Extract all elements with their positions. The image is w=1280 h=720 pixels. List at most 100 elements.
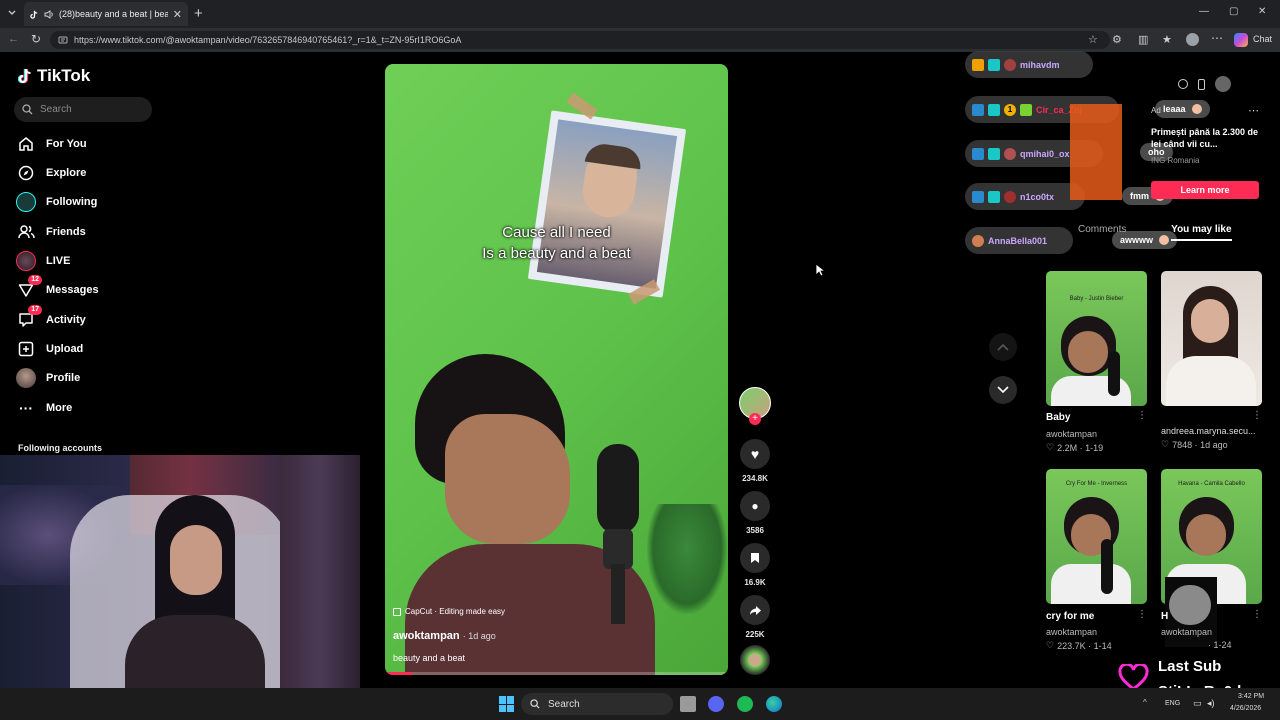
sidebar-search-input[interactable]: Search	[14, 97, 152, 122]
minimize-button[interactable]: —	[1199, 6, 1209, 17]
rec-stats-text: 2.2M · 1-19	[1057, 442, 1104, 453]
share-arrow-icon	[749, 605, 761, 615]
music-disc[interactable]	[739, 645, 771, 675]
discord-icon[interactable]	[708, 696, 724, 712]
language-indicator[interactable]: ENG	[1165, 700, 1180, 707]
webcam-streamer	[115, 495, 275, 720]
device-icon[interactable]	[1198, 78, 1205, 90]
network-icon[interactable]: ▭	[1193, 698, 1202, 709]
follow-plus-icon[interactable]: +	[749, 413, 761, 425]
video-player[interactable]: Cause all I need Is a beauty and a beat …	[385, 64, 728, 675]
sidebar-item-label: Messages	[46, 284, 99, 296]
sidebar-item-more[interactable]: ··· More	[16, 398, 72, 418]
rec-title[interactable]: H	[1161, 611, 1168, 622]
video-author[interactable]: awoktampan	[393, 630, 460, 642]
sidebar-item-label: Explore	[46, 167, 87, 179]
recommended-video-thumbnail[interactable]: Cry For Me - Inverness	[1046, 469, 1147, 604]
extensions-icon[interactable]: ⚙	[1112, 33, 1122, 46]
capcut-label[interactable]: CapCut · Editing made easy	[393, 607, 505, 616]
more-menu-icon[interactable]: ⋯	[1211, 31, 1223, 45]
grid-badge-icon	[988, 103, 1000, 116]
rec-user[interactable]: awoktampan	[1161, 627, 1212, 637]
recommended-video-thumbnail[interactable]: Baby - Justin Bieber	[1046, 271, 1147, 406]
sidebar-item-live[interactable]: LIVE	[16, 251, 70, 271]
video-caption-overlay: Cause all I need Is a beauty and a beat	[385, 222, 728, 264]
sidebar-item-profile[interactable]: Profile	[16, 368, 80, 388]
profile-icon	[16, 368, 36, 388]
comment-button[interactable]: ● 3586	[739, 491, 771, 535]
new-tab-button[interactable]: +	[194, 5, 203, 22]
ad-brand: ING Romania	[1151, 156, 1200, 165]
rec-user[interactable]: awoktampan	[1046, 429, 1097, 439]
profile-avatar-icon[interactable]	[1186, 33, 1199, 46]
clock-time[interactable]: 3:42 PM	[1238, 693, 1264, 700]
grid-badge-icon	[988, 190, 1000, 203]
creator-avatar[interactable]: +	[739, 387, 771, 425]
ad-text: Primești până la 2.300 de lei când vii c…	[1151, 127, 1259, 149]
capcut-icon	[393, 607, 401, 616]
rec-more-icon[interactable]: ⋮	[1252, 609, 1262, 620]
windows-start-icon[interactable]	[499, 696, 515, 712]
sidebar-item-following[interactable]: Following	[16, 192, 97, 212]
copilot-icon[interactable]	[1234, 33, 1248, 47]
maximize-button[interactable]: ▢	[1229, 6, 1238, 17]
speaker-icon[interactable]	[44, 9, 54, 19]
browser-tab[interactable]: (28)beauty and a beat | beauty ✕	[24, 2, 188, 26]
chat-username: mihavdm	[1020, 59, 1060, 70]
recommended-video-thumbnail[interactable]	[1161, 271, 1262, 406]
tiktok-logo[interactable]: TikTok	[18, 66, 90, 86]
url-bar[interactable]: https://www.tiktok.com/@awoktampan/video…	[50, 31, 1110, 49]
chat-bubble-text: fmm	[1130, 191, 1150, 201]
reload-icon[interactable]: ↻	[31, 32, 41, 46]
tab-close-icon[interactable]: ✕	[173, 8, 182, 21]
rec-more-icon[interactable]: ⋮	[1137, 410, 1147, 421]
user-circle-icon[interactable]	[1215, 76, 1231, 92]
previous-video-button[interactable]	[989, 333, 1017, 361]
rec-more-icon[interactable]: ⋮	[1137, 609, 1147, 620]
sidebar-item-activity[interactable]: 17 Activity	[16, 305, 86, 330]
rec-user[interactable]: awoktampan	[1046, 627, 1097, 637]
sidebar-item-label: More	[46, 402, 73, 414]
mouse-cursor-icon	[815, 263, 825, 277]
favorite-star-icon[interactable]: ☆	[1088, 33, 1098, 46]
share-count: 225K	[745, 630, 765, 639]
heart-icon: ♥	[750, 446, 760, 462]
share-button[interactable]: 225K	[739, 595, 771, 639]
rec-more-icon[interactable]: ⋮	[1252, 410, 1262, 421]
like-button[interactable]: ♥ 234.8K	[739, 439, 771, 483]
ad-more-icon[interactable]: ⋯	[1248, 104, 1259, 117]
next-video-button[interactable]	[989, 376, 1017, 404]
clock-date[interactable]: 4/26/2026	[1230, 705, 1261, 712]
sidebar-item-for-you[interactable]: For You	[16, 134, 87, 154]
volume-icon[interactable]: ◂)	[1207, 698, 1215, 709]
sidebar-item-messages[interactable]: 12 Messages	[16, 275, 99, 300]
ad-learn-more-button[interactable]: Learn more	[1151, 181, 1259, 199]
following-avatar-icon	[16, 192, 36, 212]
split-screen-icon[interactable]: ▥	[1138, 33, 1148, 46]
spotify-icon[interactable]	[737, 696, 753, 712]
favorites-icon[interactable]: ★	[1162, 33, 1172, 46]
taskbar-search[interactable]: Search	[521, 693, 673, 715]
save-button[interactable]: 16.9K	[739, 543, 771, 587]
sidebar-item-friends[interactable]: Friends	[16, 222, 86, 242]
site-info-icon[interactable]	[58, 35, 68, 45]
sidebar-item-explore[interactable]: Explore	[16, 163, 86, 183]
pip-icon[interactable]	[1178, 79, 1188, 89]
right-panel-tabs: Comments You may like	[1078, 224, 1232, 241]
close-window-button[interactable]: ✕	[1258, 6, 1266, 17]
sidebar-item-upload[interactable]: Upload	[16, 339, 83, 359]
copilot-chat-label[interactable]: Chat	[1253, 34, 1272, 44]
tab-you-may-like[interactable]: You may like	[1171, 224, 1232, 241]
file-explorer-icon[interactable]	[680, 696, 696, 712]
grid-badge-icon	[972, 190, 984, 203]
back-icon[interactable]: ←	[8, 33, 19, 45]
video-progress-bar[interactable]	[385, 672, 728, 675]
tab-menu-icon[interactable]	[7, 8, 17, 18]
edge-icon[interactable]	[766, 696, 782, 712]
tab-comments[interactable]: Comments	[1078, 224, 1126, 235]
rec-user[interactable]: andreea.maryna.secu...	[1161, 426, 1256, 436]
caption-line: Cause all I need	[502, 224, 611, 241]
rec-title[interactable]: cry for me	[1046, 611, 1094, 622]
tray-chevron-icon[interactable]: ^	[1143, 698, 1147, 707]
rec-title[interactable]: Baby	[1046, 412, 1070, 423]
